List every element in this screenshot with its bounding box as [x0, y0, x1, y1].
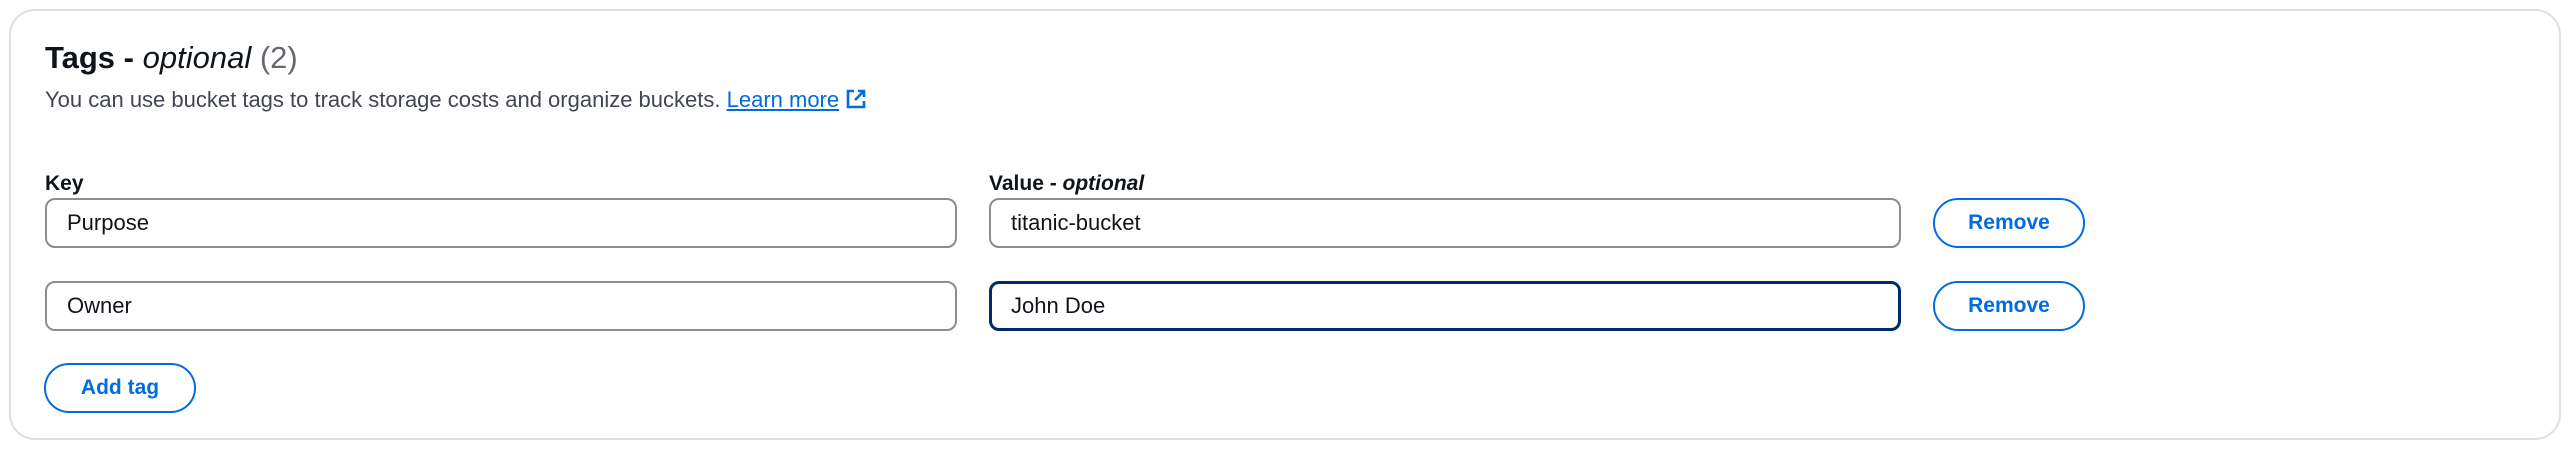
title-main: Tags -: [45, 40, 143, 75]
section-description: You can use bucket tags to track storage…: [45, 85, 867, 118]
tag-count: (2): [259, 40, 298, 75]
learn-more-label: Learn more: [726, 87, 840, 112]
tag-key-input-2[interactable]: [45, 281, 957, 331]
value-label-optional: optional: [1062, 172, 1145, 195]
remove-tag-button-2[interactable]: Remove: [1933, 281, 2085, 331]
external-link-icon: [845, 88, 867, 118]
value-label-main: Value -: [989, 172, 1063, 195]
tag-value-input-2[interactable]: [989, 281, 1901, 331]
remove-tag-button-1[interactable]: Remove: [1933, 198, 2085, 248]
section-title: Tags - optional (2): [45, 38, 867, 78]
learn-more-link[interactable]: Learn more: [727, 87, 868, 112]
description-text: You can use bucket tags to track storage…: [45, 87, 721, 112]
value-column-label: Value - optional: [989, 171, 1144, 197]
tag-key-input-1[interactable]: [45, 198, 957, 248]
title-optional: optional: [142, 40, 252, 75]
tag-value-input-1[interactable]: [989, 198, 1901, 248]
add-tag-button[interactable]: Add tag: [44, 363, 196, 413]
section-header: Tags - optional (2) You can use bucket t…: [45, 38, 867, 118]
key-column-label: Key: [45, 172, 84, 195]
tags-panel: Tags - optional (2) You can use bucket t…: [9, 9, 2561, 440]
